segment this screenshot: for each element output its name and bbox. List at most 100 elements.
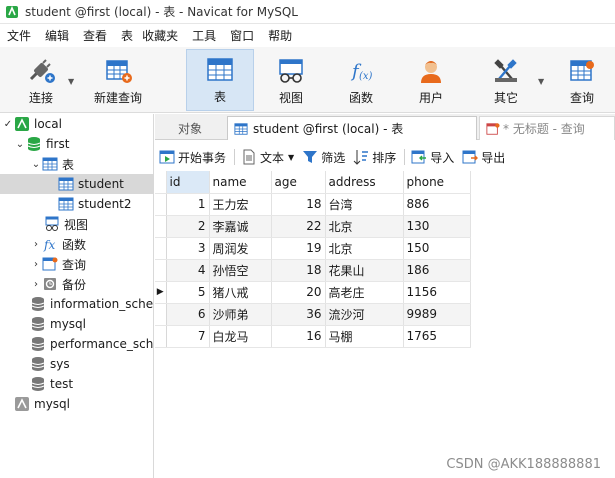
tree-item-tables[interactable]: ⌄ 表 [0,154,154,174]
text-dropdown-icon[interactable]: ▼ [288,153,294,162]
cell-id[interactable]: 5 [166,281,210,304]
cell-address[interactable]: 台湾 [325,193,404,216]
cell-name[interactable]: 猪八戒 [209,281,272,304]
cell-phone[interactable]: 9989 [403,303,471,326]
cell-name[interactable]: 李嘉诚 [209,215,272,238]
tree-item-backups[interactable]: › 备份 [0,274,154,294]
tab-student-table[interactable]: student @first (local) - 表 [227,116,477,140]
collapse-arrow-icon[interactable]: › [30,259,42,270]
tab-untitled-query[interactable]: * 无标题 - 查询 [479,116,615,140]
connect-dropdown-icon[interactable]: ▼ [68,77,74,86]
column-header-id[interactable]: id [166,171,210,194]
cell-id[interactable]: 4 [166,259,210,282]
cell-name[interactable]: 王力宏 [209,193,272,216]
cell-address[interactable]: 北京 [325,237,404,260]
table-row[interactable]: 6 沙师弟 36 流沙河 9989 [155,303,471,326]
menu-file[interactable]: 文件 [0,25,38,47]
cell-age[interactable]: 20 [271,281,326,304]
cell-name[interactable]: 白龙马 [209,325,272,348]
row-marker[interactable] [155,325,167,348]
tree-item-test[interactable]: test [0,374,154,394]
filter-button[interactable]: 筛选 [302,146,345,168]
collapse-arrow-icon[interactable]: › [30,239,42,250]
tree-item-first[interactable]: ⌄ first [0,134,154,154]
table-row[interactable]: 3 周润发 19 北京 150 [155,237,471,260]
menu-view[interactable]: 查看 [76,25,114,47]
tree-item-information-schema[interactable]: information_sche [0,294,154,314]
collapse-arrow-icon[interactable]: › [30,279,42,290]
cell-name[interactable]: 孙悟空 [209,259,272,282]
table-row[interactable]: ▶ 5 猪八戒 20 高老庄 1156 [155,281,471,304]
tree-item-functions[interactable]: › fx 函数 [0,234,154,254]
table-row[interactable]: 1 王力宏 18 台湾 886 [155,193,471,216]
cell-age[interactable]: 18 [271,193,326,216]
export-button[interactable]: 导出 [462,146,505,168]
expand-arrow-icon[interactable]: ⌄ [14,139,26,150]
cell-id[interactable]: 2 [166,215,210,238]
row-marker[interactable] [155,193,167,216]
row-marker[interactable] [155,259,167,282]
row-marker[interactable] [155,215,167,238]
table-row[interactable]: 4 孙悟空 18 花果山 186 [155,259,471,282]
import-button[interactable]: 导入 [411,146,454,168]
new-query-button[interactable]: 新建查询 [88,49,148,111]
menu-edit[interactable]: 编辑 [38,25,76,47]
row-marker[interactable] [155,237,167,260]
user-button[interactable]: 用户 [402,49,460,111]
tab-objects[interactable]: 对象 [155,116,225,140]
function-button[interactable]: f (x) 函数 [332,49,390,111]
table-row[interactable]: 7 白龙马 16 马棚 1765 [155,325,471,348]
tree-item-sys[interactable]: sys [0,354,154,374]
cell-id[interactable]: 7 [166,325,210,348]
cell-address[interactable]: 高老庄 [325,281,404,304]
text-button[interactable]: 文本 ▼ [241,146,294,168]
cell-id[interactable]: 6 [166,303,210,326]
cell-phone[interactable]: 130 [403,215,471,238]
cell-age[interactable]: 16 [271,325,326,348]
column-header-age[interactable]: age [271,171,326,194]
query-button[interactable]: 查询 [558,49,606,111]
cell-age[interactable]: 18 [271,259,326,282]
cell-phone[interactable]: 1765 [403,325,471,348]
tree-item-mysql-db[interactable]: mysql [0,314,154,334]
current-row-marker-icon[interactable]: ▶ [155,281,167,304]
cell-phone[interactable]: 150 [403,237,471,260]
cell-id[interactable]: 1 [166,193,210,216]
menu-help[interactable]: 帮助 [261,25,299,47]
cell-phone[interactable]: 186 [403,259,471,282]
menu-favorites[interactable]: 收藏夹 [135,25,185,47]
cell-age[interactable]: 36 [271,303,326,326]
view-button[interactable]: 视图 [262,49,320,111]
cell-age[interactable]: 22 [271,215,326,238]
menu-table[interactable]: 表 [114,25,135,47]
column-header-phone[interactable]: phone [403,171,471,194]
table-button[interactable]: 表 [186,49,254,111]
cell-age[interactable]: 19 [271,237,326,260]
expand-arrow-icon[interactable]: ✓ [2,119,14,130]
tree-item-views[interactable]: 视图 [0,214,154,234]
cell-id[interactable]: 3 [166,237,210,260]
sort-button[interactable]: 排序 [353,146,396,168]
cell-address[interactable]: 马棚 [325,325,404,348]
tree-item-student[interactable]: student [0,174,154,194]
tree-item-queries[interactable]: › 查询 [0,254,154,274]
cell-phone[interactable]: 1156 [403,281,471,304]
table-row[interactable]: 2 李嘉诚 22 北京 130 [155,215,471,238]
other-dropdown-icon[interactable]: ▼ [538,77,544,86]
other-button[interactable]: 其它 [478,49,534,111]
column-header-name[interactable]: name [209,171,272,194]
cell-name[interactable]: 沙师弟 [209,303,272,326]
row-marker[interactable] [155,303,167,326]
expand-arrow-icon[interactable]: ⌄ [30,159,42,170]
cell-address[interactable]: 流沙河 [325,303,404,326]
begin-transaction-button[interactable]: 开始事务 [159,146,226,168]
tree-item-mysql-connection[interactable]: mysql [0,394,154,414]
cell-address[interactable]: 花果山 [325,259,404,282]
cell-phone[interactable]: 886 [403,193,471,216]
tree-item-performance-schema[interactable]: performance_sch [0,334,154,354]
cell-name[interactable]: 周润发 [209,237,272,260]
menu-window[interactable]: 窗口 [223,25,261,47]
tree-item-student2[interactable]: student2 [0,194,154,214]
cell-address[interactable]: 北京 [325,215,404,238]
column-header-address[interactable]: address [325,171,404,194]
